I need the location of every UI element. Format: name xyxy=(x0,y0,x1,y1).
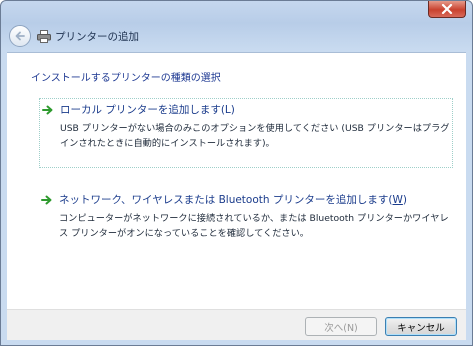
add-printer-window: プリンターの追加 インストールするプリンターの種類の選択 ローカル プリンターを… xyxy=(0,0,473,346)
close-icon xyxy=(441,4,453,14)
back-arrow-icon xyxy=(15,31,25,41)
green-arrow-icon xyxy=(42,105,53,115)
wizard-content: インストールするプリンターの種類の選択 ローカル プリンターを追加します(L) … xyxy=(7,52,466,309)
window-title: プリンターの追加 xyxy=(55,30,139,43)
option-title: ローカル プリンターを追加します(L) xyxy=(60,104,235,116)
page-heading: インストールするプリンターの種類の選択 xyxy=(31,73,221,84)
wizard-header: プリンターの追加 xyxy=(7,21,466,51)
option-title: ネットワーク、ワイヤレスまたは Bluetooth プリンターを追加します(W) xyxy=(59,192,407,207)
printer-icon xyxy=(37,29,51,43)
option-title-text: ネットワーク、ワイヤレスまたは Bluetooth プリンターを追加します( xyxy=(59,194,393,206)
close-button[interactable] xyxy=(428,1,466,18)
cancel-button[interactable]: キャンセル xyxy=(385,317,457,336)
option-title-suffix: ) xyxy=(402,194,407,206)
add-local-printer-option[interactable]: ローカル プリンターを追加します(L) USB プリンターがない場合のみこのオプ… xyxy=(39,98,453,168)
option-description: コンピューターがネットワークに接続されているか、または Bluetooth プリ… xyxy=(59,213,449,239)
back-button[interactable] xyxy=(9,25,31,47)
add-network-printer-option[interactable]: ネットワーク、ワイヤレスまたは Bluetooth プリンターを追加します(W)… xyxy=(39,189,451,249)
access-key: W xyxy=(392,194,403,206)
next-button[interactable]: 次へ(N) xyxy=(305,317,377,336)
wizard-footer: 次へ(N) キャンセル xyxy=(7,309,466,340)
option-description: USB プリンターがない場合のみこのオプションを使用してください (USB プリ… xyxy=(60,123,450,149)
green-arrow-icon xyxy=(41,195,52,205)
